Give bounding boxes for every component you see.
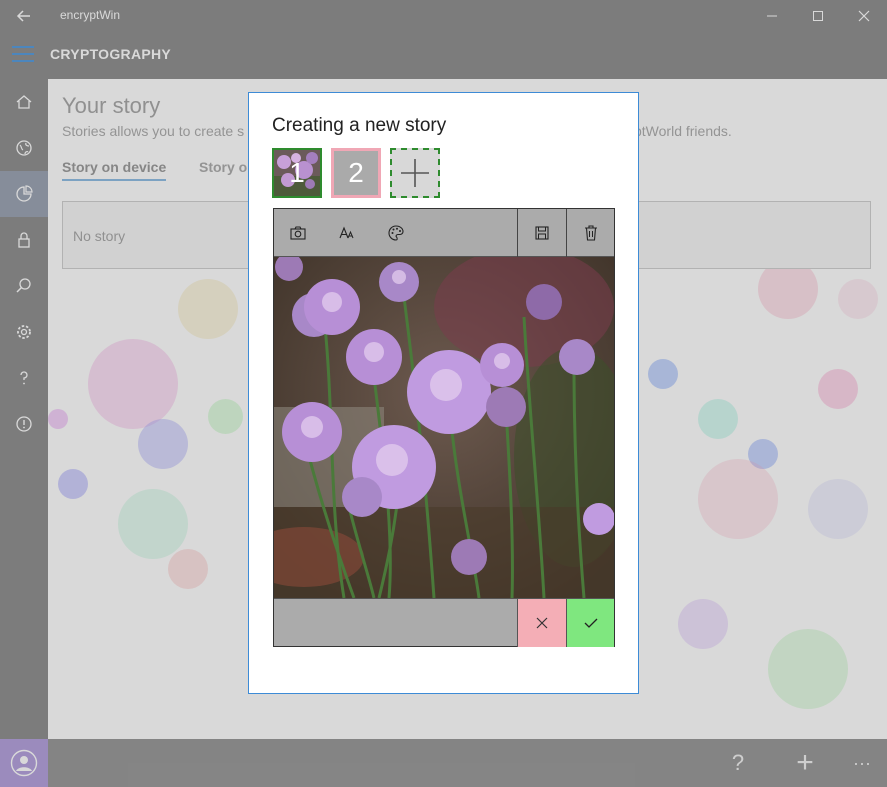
maximize-button[interactable]	[795, 0, 841, 32]
tab-story-online[interactable]: Story o	[199, 159, 247, 175]
add-button[interactable]: +	[781, 739, 829, 787]
palette-icon[interactable]	[372, 209, 420, 257]
gear-icon[interactable]	[0, 309, 48, 355]
info-icon[interactable]	[0, 401, 48, 447]
nav-rail	[0, 79, 48, 739]
help-icon[interactable]	[0, 355, 48, 401]
tab-story-on-device[interactable]: Story on device	[62, 159, 167, 181]
title-bar: encryptWin	[0, 0, 887, 32]
minimize-button[interactable]	[749, 0, 795, 32]
avatar[interactable]	[0, 739, 48, 787]
editor-footer	[274, 598, 614, 647]
plus-icon	[401, 159, 429, 187]
hamburger-menu-icon[interactable]	[12, 46, 34, 64]
slide-number-2: 2	[348, 157, 364, 188]
slide-thumbnail-2[interactable]: 2	[331, 148, 381, 198]
editor-toolbar	[274, 209, 614, 257]
page-title: Your story	[62, 93, 161, 118]
delete-icon[interactable]	[566, 209, 614, 257]
empty-state-text: No story	[73, 228, 126, 244]
slide-editor	[273, 208, 615, 647]
back-arrow-icon[interactable]	[14, 6, 34, 26]
window-title: encryptWin	[60, 8, 121, 22]
confirm-button[interactable]	[566, 599, 614, 647]
add-slide-button[interactable]	[390, 148, 440, 198]
help-button[interactable]: ?	[714, 739, 762, 787]
new-story-dialog: Creating a new story 1 2	[248, 92, 639, 694]
cancel-button[interactable]	[517, 599, 566, 647]
checkmark-icon	[584, 618, 597, 628]
globe-icon[interactable]	[0, 125, 48, 171]
search-icon[interactable]	[0, 263, 48, 309]
app-header: CRYPTOGRAPHY	[0, 32, 887, 79]
page-subtitle-continued: ptWorld friends.	[634, 123, 732, 139]
more-options-button[interactable]: ···	[838, 739, 886, 787]
text-size-icon[interactable]	[323, 209, 371, 257]
app-title: CRYPTOGRAPHY	[50, 46, 172, 62]
dialog-title: Creating a new story	[272, 115, 447, 136]
lock-icon[interactable]	[0, 217, 48, 263]
slide-thumbnail-1[interactable]: 1	[272, 148, 322, 198]
close-window-button[interactable]	[841, 0, 887, 32]
save-icon[interactable]	[517, 209, 565, 257]
camera-icon[interactable]	[274, 209, 322, 257]
story-icon[interactable]	[0, 171, 48, 217]
slide-number-1: 1	[289, 157, 305, 188]
page-subtitle: Stories allows you to create s	[62, 123, 245, 139]
close-icon	[536, 617, 548, 629]
home-icon[interactable]	[0, 79, 48, 125]
slide-photo	[274, 257, 614, 598]
bottom-app-bar: ? + ···	[48, 739, 887, 787]
